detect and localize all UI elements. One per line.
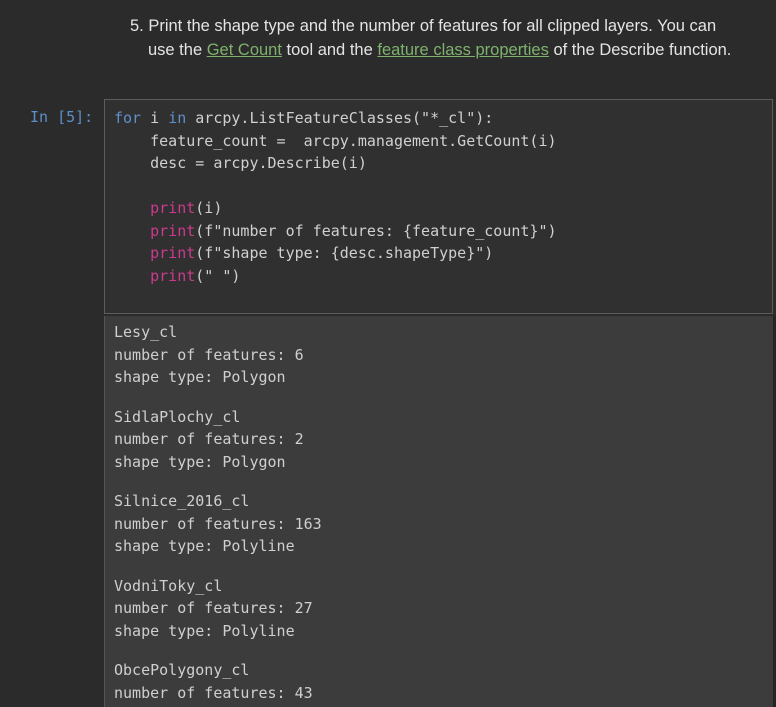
function-name: print bbox=[150, 199, 196, 217]
code-text: i bbox=[141, 109, 169, 127]
code-line: print(f"shape type: {desc.shapeType}") bbox=[114, 242, 772, 265]
output-spacer bbox=[114, 558, 773, 575]
code-editor[interactable]: for i in arcpy.ListFeatureClasses("*_cl"… bbox=[104, 99, 773, 314]
instruction-line-2: use the Get Count tool and the feature c… bbox=[130, 38, 770, 62]
output-feature-count: number of features: 2 bbox=[114, 430, 304, 448]
output-feature-count: number of features: 27 bbox=[114, 599, 313, 617]
feature-class-properties-link[interactable]: feature class properties bbox=[377, 41, 549, 59]
output-feature-count: number of features: 163 bbox=[114, 514, 322, 533]
code-line: desc = arcpy.Describe(i) bbox=[114, 154, 367, 172]
output-spacer bbox=[114, 473, 773, 490]
output-spacer bbox=[114, 389, 773, 406]
get-count-link[interactable]: Get Count bbox=[207, 41, 282, 59]
output-layer-name: Silnice_2016_cl bbox=[114, 492, 250, 510]
instruction-text: of the Describe function. bbox=[548, 41, 732, 59]
output-layer-name: SidlaPlochy_cl bbox=[114, 407, 241, 426]
code-text: arcpy.ListFeatureClasses("*_cl"): bbox=[186, 109, 494, 127]
output-feature-count: number of features: 43 bbox=[114, 683, 313, 702]
output-shape-type: shape type: Polygon bbox=[114, 452, 286, 471]
keyword: for bbox=[114, 109, 142, 127]
function-name: print bbox=[150, 266, 196, 285]
output-spacer bbox=[114, 642, 773, 659]
output-layer-name: VodniToky_cl bbox=[114, 576, 223, 595]
function-name: print bbox=[150, 244, 196, 262]
output-shape-type: shape type: Polygon bbox=[114, 368, 286, 386]
code-line: for i in arcpy.ListFeatureClasses("*_cl"… bbox=[114, 107, 772, 130]
input-prompt: In [5]: bbox=[30, 108, 94, 126]
code-line: print(" ") bbox=[114, 265, 772, 288]
instruction-line-1: 5. Print the shape type and the number o… bbox=[130, 17, 717, 35]
output-shape-type: shape type: Polyline bbox=[114, 621, 295, 640]
code-line: print(i) bbox=[114, 197, 772, 220]
output-layer-name: ObcePolygony_cl bbox=[114, 661, 250, 679]
output-area[interactable]: Lesy_cl number of features: 6 shape type… bbox=[104, 316, 773, 707]
keyword: in bbox=[168, 109, 187, 127]
code-text: (" ") bbox=[195, 266, 241, 285]
code-line: feature_count = arcpy.management.GetCoun… bbox=[114, 131, 557, 150]
output-layer-name: Lesy_cl bbox=[114, 323, 178, 341]
code-line: print(f"number of features: {feature_cou… bbox=[114, 220, 772, 243]
code-text: (i) bbox=[195, 199, 223, 217]
instruction-text: use the bbox=[148, 41, 207, 59]
markdown-cell: 5. Print the shape type and the number o… bbox=[130, 14, 770, 62]
function-name: print bbox=[150, 221, 196, 240]
code-text: (f"shape type: {desc.shapeType}") bbox=[195, 244, 494, 262]
code-text: (f"number of features: {feature_count}") bbox=[195, 221, 557, 240]
output-feature-count: number of features: 6 bbox=[114, 345, 304, 364]
output-shape-type: shape type: Polyline bbox=[114, 537, 295, 555]
instruction-text: tool and the bbox=[281, 41, 378, 59]
